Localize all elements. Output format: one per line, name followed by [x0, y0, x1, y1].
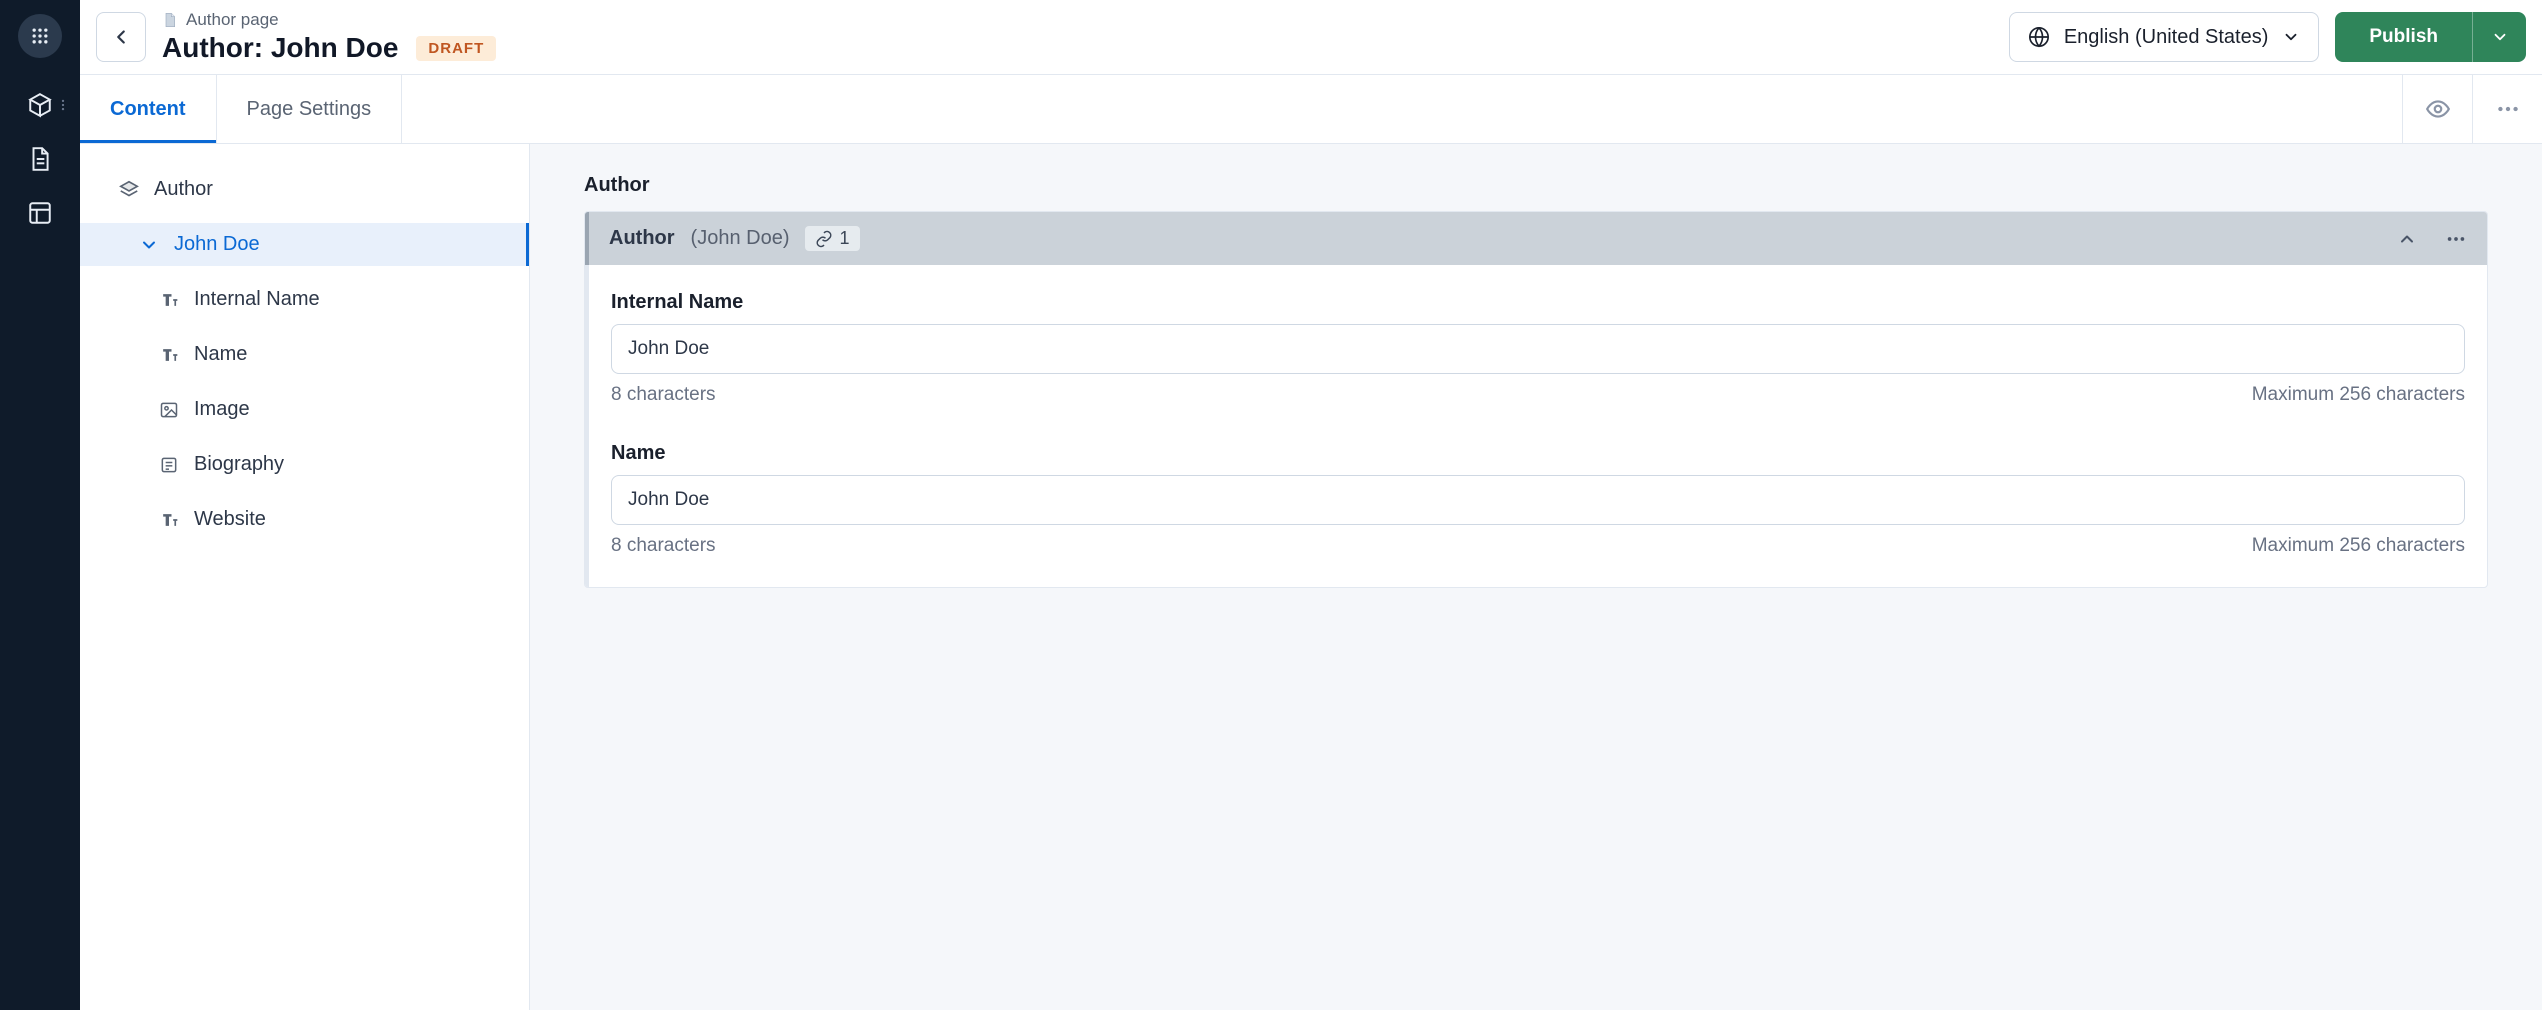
char-max: Maximum 256 characters	[2252, 535, 2465, 557]
eye-icon	[2425, 96, 2451, 122]
breadcrumb-text: Author page	[186, 10, 279, 30]
richtext-icon	[159, 455, 179, 475]
layers-icon	[118, 179, 140, 201]
author-card: Author (John Doe) 1	[584, 211, 2488, 588]
back-button[interactable]	[96, 12, 146, 62]
collapse-button[interactable]	[2397, 229, 2417, 249]
more-horizontal-icon	[2445, 228, 2467, 250]
tree-field-biography[interactable]: Biography	[80, 443, 529, 486]
tree-item-label: John Doe	[174, 233, 260, 256]
tree-field-label: Website	[194, 508, 266, 531]
section-label: Author	[584, 174, 2488, 197]
tree-field-label: Internal Name	[194, 288, 320, 311]
publish-button[interactable]: Publish	[2335, 12, 2472, 62]
cube-icon	[27, 92, 53, 118]
publish-dropdown-button[interactable]	[2472, 12, 2526, 62]
publish-group: Publish	[2335, 12, 2526, 62]
apps-menu-button[interactable]	[18, 14, 62, 58]
locale-label: English (United States)	[2064, 26, 2269, 49]
tree-field-internal-name[interactable]: Internal Name	[80, 278, 529, 321]
internal-name-input[interactable]	[611, 324, 2465, 374]
card-title: Author	[609, 227, 675, 250]
locale-select[interactable]: English (United States)	[2009, 12, 2320, 62]
main-area: Author page Author: John Doe DRAFT Engli…	[80, 0, 2542, 1010]
text-icon	[159, 290, 179, 310]
workspace: Author John Doe Internal Name	[80, 144, 2542, 1010]
field-internal-name: Internal Name 8 characters Maximum 256 c…	[611, 291, 2465, 406]
field-label: Name	[611, 442, 2465, 465]
name-input[interactable]	[611, 475, 2465, 525]
content-tree: Author John Doe Internal Name	[80, 144, 530, 1010]
char-count: 8 characters	[611, 384, 716, 406]
more-horizontal-icon	[2495, 96, 2521, 122]
tree-field-label: Image	[194, 398, 250, 421]
tree-field-label: Name	[194, 343, 247, 366]
grid-icon	[30, 26, 50, 46]
editor-canvas: Author Author (John Doe) 1	[530, 144, 2542, 1010]
app-rail	[0, 0, 80, 1010]
page-title: Author: John Doe	[162, 32, 398, 64]
page-icon	[162, 11, 178, 29]
tree-root-author[interactable]: Author	[80, 168, 529, 211]
chevron-left-icon	[110, 26, 132, 48]
field-name: Name 8 characters Maximum 256 characters	[611, 442, 2465, 557]
field-label: Internal Name	[611, 291, 2465, 314]
document-icon	[27, 146, 53, 172]
globe-icon	[2028, 26, 2050, 48]
status-badge: DRAFT	[416, 36, 496, 61]
link-icon	[815, 230, 833, 248]
chevron-down-icon	[139, 235, 159, 255]
chevron-up-icon	[2397, 229, 2417, 249]
rail-content-model[interactable]	[0, 92, 80, 118]
breadcrumb: Author page	[162, 10, 496, 30]
card-body: Internal Name 8 characters Maximum 256 c…	[585, 265, 2487, 587]
link-count-chip[interactable]: 1	[805, 226, 859, 251]
tree-field-website[interactable]: Website	[80, 498, 529, 541]
tree-field-image[interactable]: Image	[80, 388, 529, 431]
rail-pages[interactable]	[0, 146, 80, 172]
link-count: 1	[839, 228, 849, 249]
chevron-down-icon	[2491, 28, 2509, 46]
card-more-button[interactable]	[2445, 228, 2467, 250]
text-icon	[159, 510, 179, 530]
more-actions-button[interactable]	[2472, 75, 2542, 143]
char-max: Maximum 256 characters	[2252, 384, 2465, 406]
card-subtitle: (John Doe)	[691, 227, 790, 250]
preview-button[interactable]	[2402, 75, 2472, 143]
tree-field-name[interactable]: Name	[80, 333, 529, 376]
image-icon	[159, 400, 179, 420]
char-count: 8 characters	[611, 535, 716, 557]
tab-content[interactable]: Content	[80, 75, 217, 143]
layout-icon	[27, 200, 53, 226]
tree-item-john-doe[interactable]: John Doe	[80, 223, 529, 266]
card-header[interactable]: Author (John Doe) 1	[585, 212, 2487, 265]
rail-layouts[interactable]	[0, 200, 80, 226]
more-vertical-icon[interactable]	[56, 98, 70, 112]
chevron-down-icon	[2282, 28, 2300, 46]
text-icon	[159, 345, 179, 365]
tree-root-label: Author	[154, 178, 213, 201]
tree-field-label: Biography	[194, 453, 284, 476]
tab-page-settings[interactable]: Page Settings	[217, 75, 403, 143]
top-bar: Author page Author: John Doe DRAFT Engli…	[80, 0, 2542, 74]
title-block: Author page Author: John Doe DRAFT	[162, 10, 496, 64]
sub-bar: Content Page Settings	[80, 74, 2542, 144]
